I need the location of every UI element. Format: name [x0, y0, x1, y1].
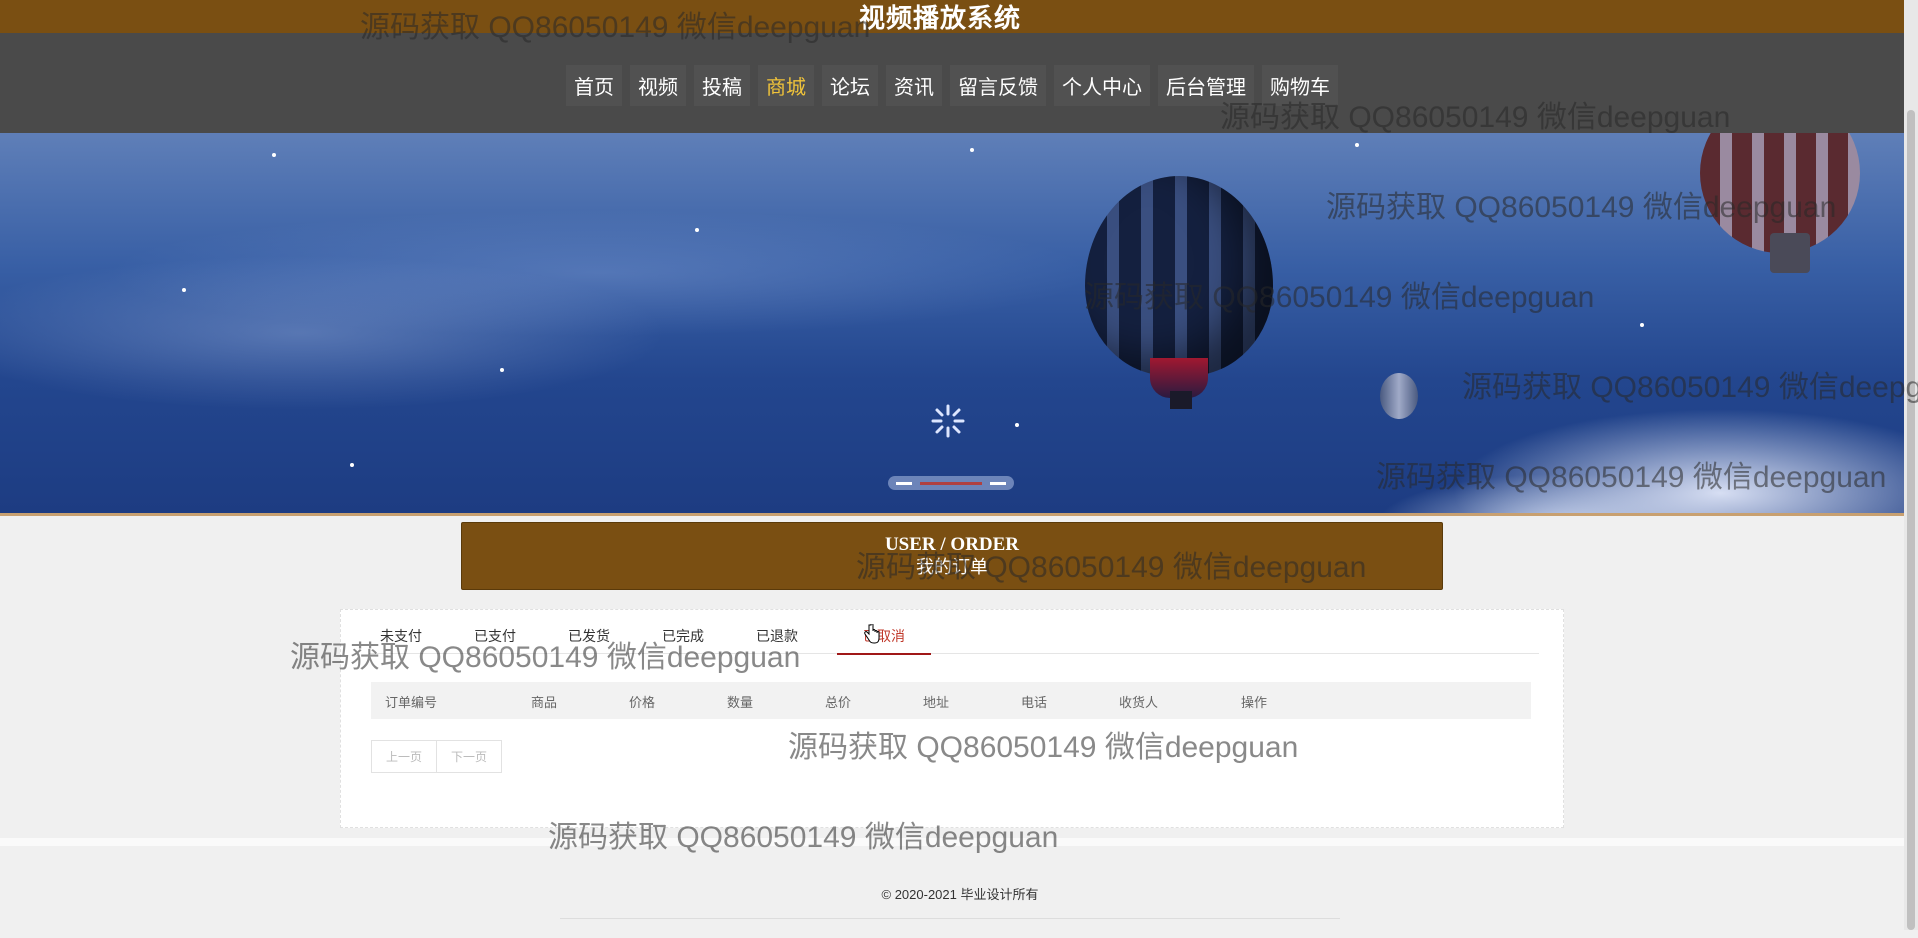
- order-status-tabs: 未支付 已支付 已发货 已完成 已退款 已取消: [369, 620, 1539, 655]
- tab-cancelled[interactable]: 已取消: [837, 626, 931, 655]
- prev-page-button[interactable]: 上一页: [371, 740, 438, 773]
- nav-item-video[interactable]: 视频: [630, 65, 686, 106]
- column-header-phone: 电话: [1021, 695, 1048, 710]
- hand-cursor-icon: [864, 624, 880, 644]
- copyright-text: © 2020-2021 毕业设计所有: [881, 887, 1039, 902]
- nav-item-submit[interactable]: 投稿: [694, 65, 750, 106]
- nav-item-admin[interactable]: 后台管理: [1158, 65, 1254, 106]
- nav-menu: 首页 视频 投稿 商城 论坛 资讯 留言反馈 个人中心 后台管理 购物车: [0, 65, 1904, 106]
- star-decoration: [1015, 423, 1019, 427]
- carousel-dots[interactable]: [888, 476, 1014, 490]
- star-decoration: [970, 148, 974, 152]
- next-page-button[interactable]: 下一页: [437, 740, 503, 773]
- column-header-product: 商品: [531, 695, 558, 710]
- section-title-zh: 我的订单: [916, 557, 988, 577]
- star-decoration: [1355, 143, 1359, 147]
- column-header-actions: 操作: [1241, 695, 1268, 710]
- page-footer: © 2020-2021 毕业设计所有: [0, 838, 1904, 938]
- pagination: 上一页 下一页: [371, 740, 503, 773]
- nav-item-cart[interactable]: 购物车: [1262, 65, 1338, 106]
- tab-completed[interactable]: 已完成: [651, 626, 715, 653]
- nav-item-user-center[interactable]: 个人中心: [1054, 65, 1150, 106]
- nav-item-home[interactable]: 首页: [566, 65, 622, 106]
- top-bar: 视频播放系统: [0, 0, 1904, 33]
- carousel-dot[interactable]: [896, 481, 912, 485]
- nav-item-news[interactable]: 资讯: [886, 65, 942, 106]
- hot-air-balloon-image: [1380, 373, 1418, 419]
- section-title-en: USER / ORDER: [884, 534, 1020, 555]
- star-decoration: [695, 228, 699, 232]
- tab-paid[interactable]: 已支付: [463, 626, 527, 653]
- star-decoration: [272, 153, 276, 157]
- balloon-basket-image: [1770, 233, 1810, 273]
- star-decoration: [182, 288, 186, 292]
- order-panel: 未支付 已支付 已发货 已完成 已退款 已取消 订单编号 商品 价格 数量 总价…: [340, 609, 1564, 828]
- column-header-total: 总价: [825, 695, 852, 710]
- page-scrollbar[interactable]: [1904, 0, 1918, 930]
- column-header-quantity: 数量: [727, 695, 754, 710]
- section-header: USER / ORDER 我的订单: [461, 522, 1443, 590]
- main-navbar: 首页 视频 投稿 商城 论坛 资讯 留言反馈 个人中心 后台管理 购物车: [0, 33, 1904, 133]
- tab-refunded[interactable]: 已退款: [745, 626, 809, 653]
- hot-air-balloon-image: [1085, 176, 1273, 376]
- tab-unpaid[interactable]: 未支付: [369, 626, 433, 653]
- column-header-order-id: 订单编号: [385, 695, 438, 710]
- nav-item-mall[interactable]: 商城: [758, 65, 814, 106]
- carousel-dot[interactable]: [990, 481, 1006, 485]
- carousel-dot-active[interactable]: [920, 481, 982, 485]
- column-header-address: 地址: [923, 695, 950, 710]
- column-header-price: 价格: [629, 695, 656, 710]
- nav-item-feedback[interactable]: 留言反馈: [950, 65, 1046, 106]
- star-decoration: [350, 463, 354, 467]
- scrollbar-thumb[interactable]: [1907, 110, 1915, 930]
- site-title: 视频播放系统: [858, 3, 1021, 33]
- spinner-icon: [931, 404, 965, 438]
- star-decoration: [500, 368, 504, 372]
- nav-item-forum[interactable]: 论坛: [822, 65, 878, 106]
- star-decoration: [1640, 323, 1644, 327]
- order-table-header: 订单编号 商品 价格 数量 总价 地址 电话 收货人 操作: [371, 682, 1531, 719]
- hero-banner: [0, 133, 1904, 516]
- tab-shipped[interactable]: 已发货: [557, 626, 621, 653]
- balloon-basket-image: [1170, 391, 1192, 409]
- column-header-recipient: 收货人: [1119, 695, 1159, 710]
- footer-divider: [560, 918, 1340, 919]
